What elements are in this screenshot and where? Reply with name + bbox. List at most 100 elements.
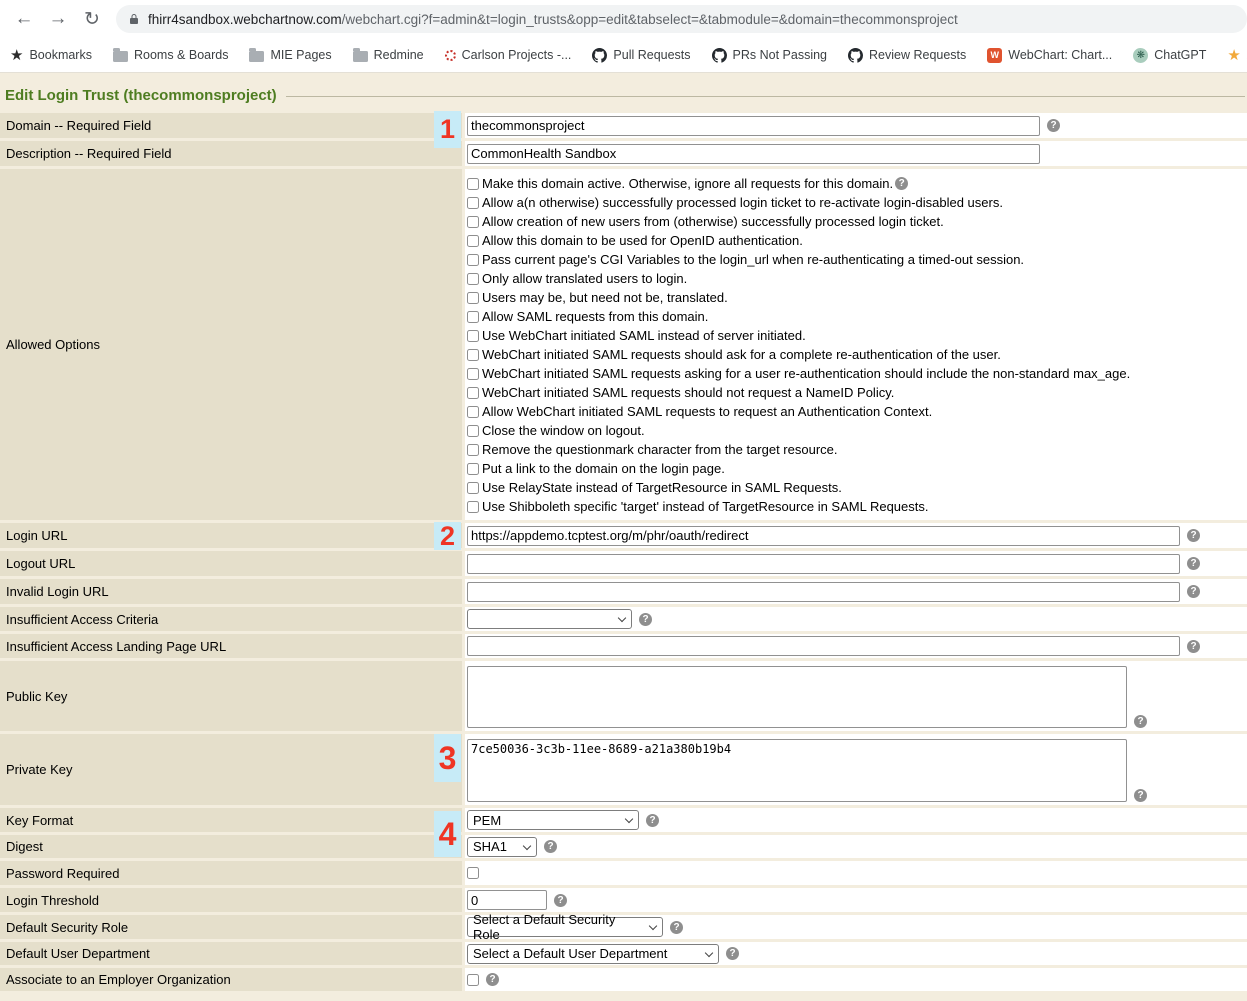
bookmark-review-requests[interactable]: Review Requests [848, 48, 966, 63]
key-format-select[interactable]: PEM [467, 810, 639, 830]
help-icon[interactable]: ? [670, 921, 683, 934]
checkbox-link-login-page[interactable] [467, 463, 479, 475]
help-icon[interactable]: ? [646, 814, 659, 827]
default-security-role-select[interactable]: Select a Default Security Role [467, 917, 663, 937]
field-label: Digest [0, 835, 462, 858]
bookmark-label: Redmine [374, 48, 424, 62]
row-login-threshold: Login Threshold ? [0, 888, 1247, 912]
url-bar[interactable]: fhirr4sandbox.webchartnow.com/webchart.c… [116, 5, 1247, 33]
github-icon [712, 48, 727, 63]
chevron-down-icon [618, 614, 626, 622]
public-key-textarea[interactable] [467, 666, 1127, 728]
checkbox-max-age[interactable] [467, 368, 479, 380]
domain-input[interactable] [467, 116, 1040, 136]
star-icon: ★ [10, 46, 23, 64]
password-required-checkbox[interactable] [467, 867, 479, 879]
bookmark-webchart[interactable]: W WebChart: Chart... [987, 48, 1112, 63]
forward-icon[interactable]: → [44, 5, 72, 33]
checkbox-may-be-translated[interactable] [467, 292, 479, 304]
invalid-login-url-input[interactable] [467, 582, 1180, 602]
checkbox-domain-active[interactable] [467, 178, 479, 190]
field-label: Private Key [0, 734, 462, 805]
checkbox-label: Use RelayState instead of TargetResource… [482, 480, 842, 495]
checkbox-shibboleth-target[interactable] [467, 501, 479, 513]
help-icon[interactable]: ? [486, 973, 499, 986]
insufficient-access-landing-page-url-input[interactable] [467, 636, 1180, 656]
bookmark-label: ChatGPT [1154, 48, 1206, 62]
login-url-input[interactable] [467, 526, 1180, 546]
private-key-textarea[interactable]: 7ce50036-3c3b-11ee-8689-a21a380b19b4 [467, 739, 1127, 802]
checkbox-webchart-initiated-saml[interactable] [467, 330, 479, 342]
bookmark-bookmarks[interactable]: ★ Bookmarks [10, 46, 92, 64]
reload-icon[interactable]: ↻ [78, 5, 106, 33]
help-icon[interactable]: ? [1134, 715, 1147, 728]
help-icon[interactable]: ? [895, 177, 908, 190]
checkbox-label: Use Shibboleth specific 'target' instead… [482, 499, 928, 514]
bookmark-prs-not-passing[interactable]: PRs Not Passing [712, 48, 827, 63]
checkbox-create-users[interactable] [467, 216, 479, 228]
help-icon[interactable]: ? [1047, 119, 1060, 132]
help-icon[interactable]: ? [544, 840, 557, 853]
checkbox-label: Allow WebChart initiated SAML requests t… [482, 404, 932, 419]
help-icon[interactable]: ? [1187, 585, 1200, 598]
default-user-department-select[interactable]: Select a Default User Department [467, 944, 719, 964]
folder-icon [249, 51, 264, 62]
checkbox-remove-questionmark[interactable] [467, 444, 479, 456]
back-icon[interactable]: ← [10, 5, 38, 33]
checkbox-allow-saml[interactable] [467, 311, 479, 323]
chevron-down-icon [625, 815, 633, 823]
folder-icon [353, 51, 368, 62]
help-icon[interactable]: ? [726, 947, 739, 960]
bookmark-acc[interactable]: ★ Acc [1227, 46, 1247, 64]
field-label: Public Key [0, 661, 462, 731]
bookmark-rooms-boards[interactable]: Rooms & Boards [113, 48, 228, 62]
checkbox-complete-reauth[interactable] [467, 349, 479, 361]
bookmark-chatgpt[interactable]: ❋ ChatGPT [1133, 48, 1206, 63]
bookmark-mie-pages[interactable]: MIE Pages [249, 48, 331, 62]
checkbox-no-nameid-policy[interactable] [467, 387, 479, 399]
insufficient-access-criteria-select[interactable] [467, 609, 632, 629]
field-label: Login Threshold [0, 888, 462, 912]
help-icon[interactable]: ? [639, 613, 652, 626]
lock-icon[interactable] [128, 13, 140, 25]
checkbox-reactivate-users[interactable] [467, 197, 479, 209]
checkbox-auth-context[interactable] [467, 406, 479, 418]
github-icon [848, 48, 863, 63]
page-content: Edit Login Trust (thecommonsproject) Dom… [0, 73, 1247, 1001]
checkbox-close-window-logout[interactable] [467, 425, 479, 437]
browser-toolbar: ← → ↻ fhirr4sandbox.webchartnow.com/webc… [0, 0, 1247, 38]
help-icon[interactable]: ? [1187, 640, 1200, 653]
checkbox-label: WebChart initiated SAML requests should … [482, 347, 1001, 362]
description-input[interactable] [467, 144, 1040, 164]
logout-url-input[interactable] [467, 554, 1180, 574]
help-icon[interactable]: ? [1134, 789, 1147, 802]
field-label: Default Security Role [0, 915, 462, 939]
help-icon[interactable]: ? [554, 894, 567, 907]
bookmark-redmine[interactable]: Redmine [353, 48, 424, 62]
help-icon[interactable]: ? [1187, 529, 1200, 542]
bookmark-label: Pull Requests [613, 48, 690, 62]
login-threshold-input[interactable] [467, 890, 547, 910]
field-label: Invalid Login URL [0, 579, 462, 604]
help-icon[interactable]: ? [1187, 557, 1200, 570]
field-label: Allowed Options [0, 169, 462, 520]
bookmarks-bar: ★ Bookmarks Rooms & Boards MIE Pages Red… [0, 38, 1247, 73]
checkbox-pass-cgi-vars[interactable] [467, 254, 479, 266]
bookmark-pull-requests[interactable]: Pull Requests [592, 48, 690, 63]
github-icon [592, 48, 607, 63]
row-employer-organization: Associate to an Employer Organization ? [0, 968, 1247, 991]
row-public-key: Public Key ? [0, 661, 1247, 731]
employer-organization-checkbox[interactable] [467, 974, 479, 986]
checkbox-only-translated[interactable] [467, 273, 479, 285]
digest-select[interactable]: SHA1 [467, 837, 537, 857]
field-label: Logout URL [0, 551, 462, 576]
bookmark-carlson-projects[interactable]: Carlson Projects -... [445, 48, 572, 62]
checkbox-relaystate[interactable] [467, 482, 479, 494]
bookmark-label: Review Requests [869, 48, 966, 62]
checkbox-label: Put a link to the domain on the login pa… [482, 461, 725, 476]
row-key-format: Key Format PEM ? 4 [0, 808, 1247, 832]
chatgpt-icon: ❋ [1133, 48, 1148, 63]
checkbox-openid[interactable] [467, 235, 479, 247]
folder-icon [113, 51, 128, 62]
checkbox-label: Users may be, but need not be, translate… [482, 290, 728, 305]
